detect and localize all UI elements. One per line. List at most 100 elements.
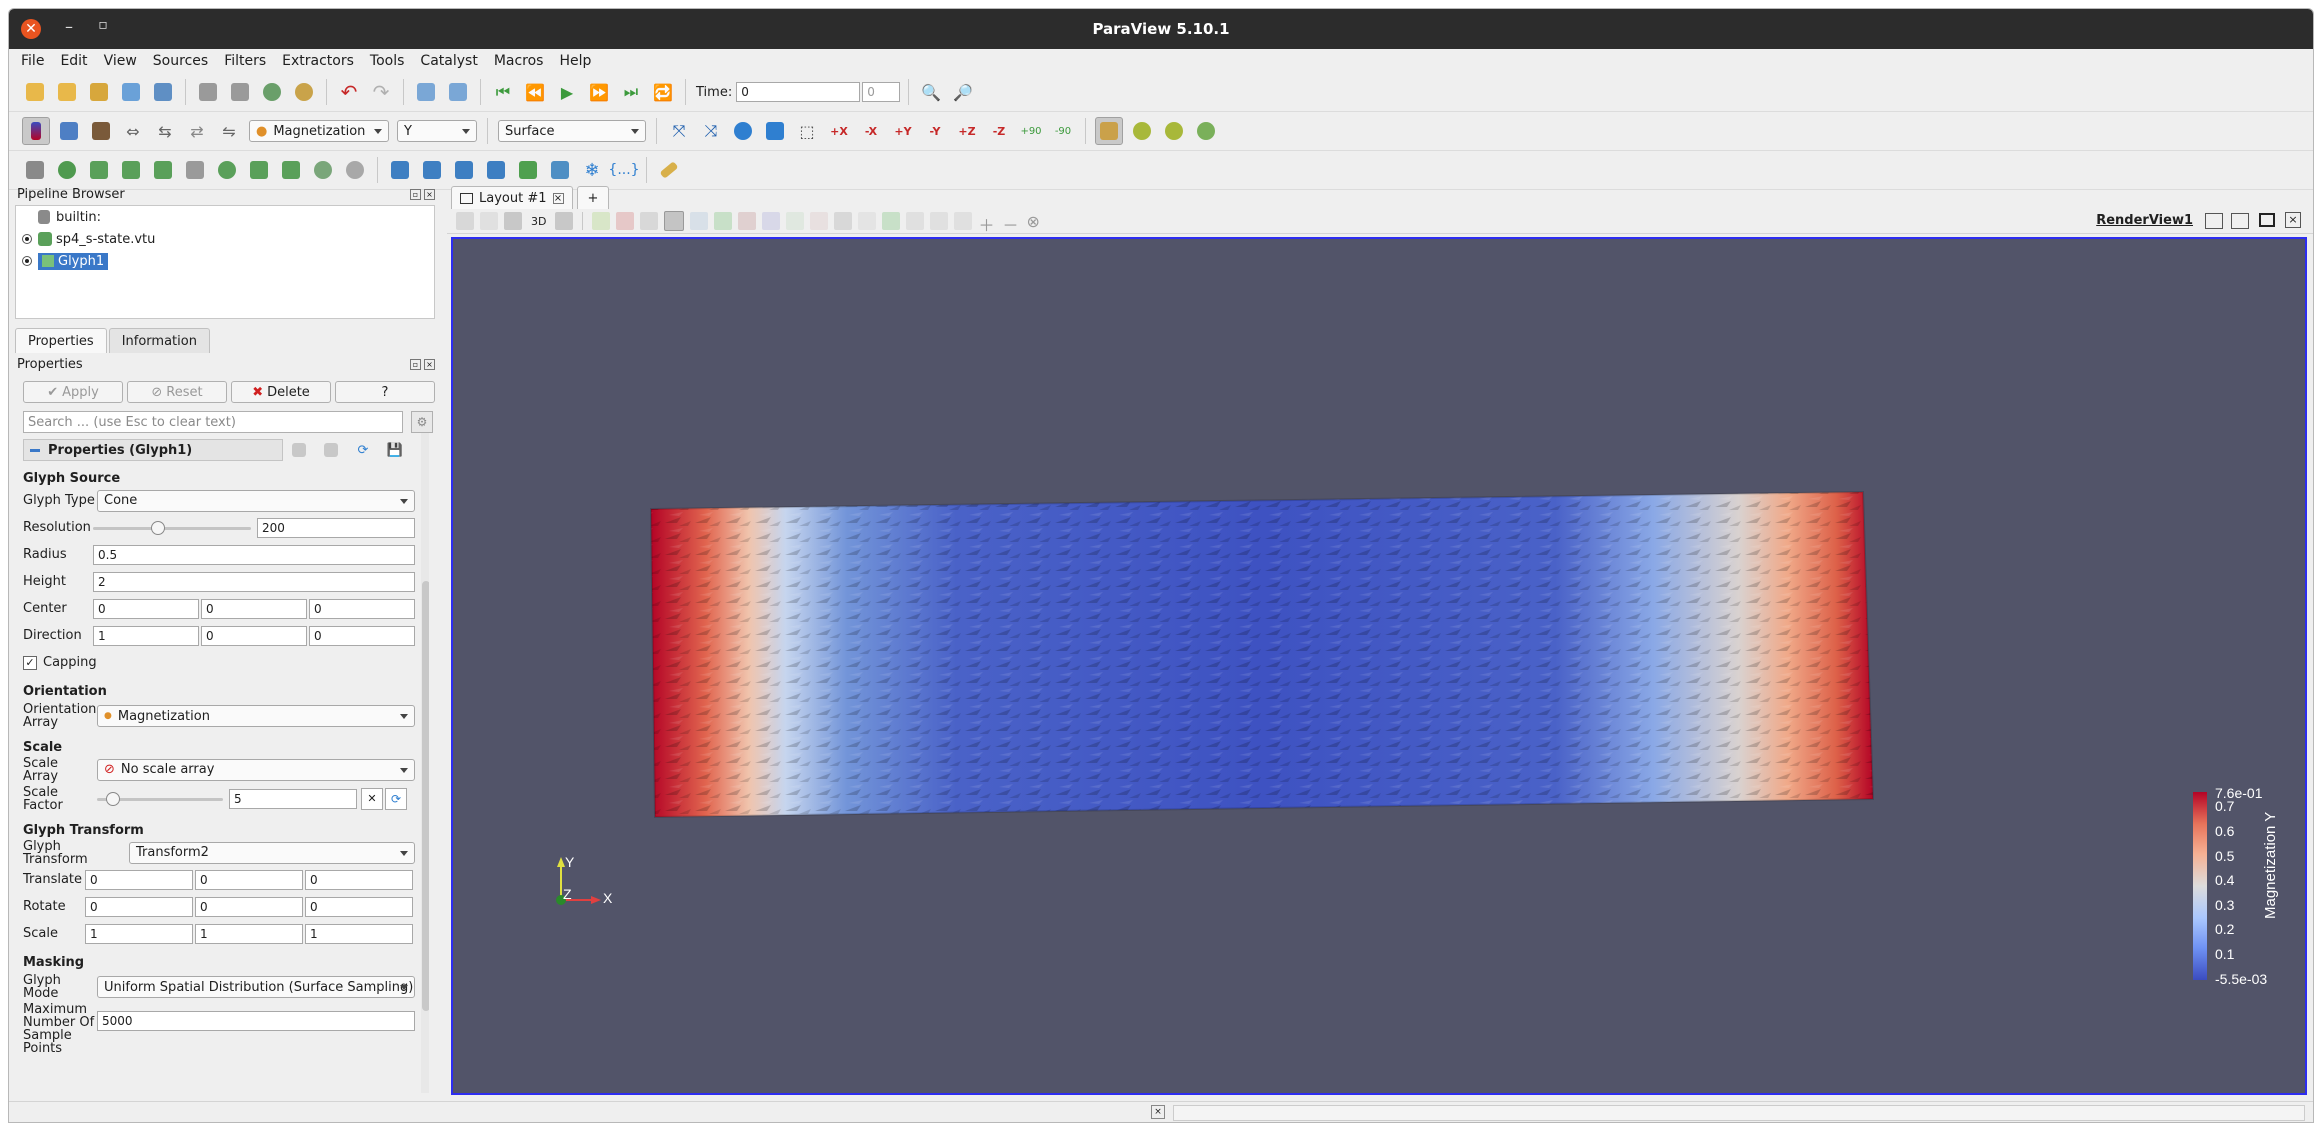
direction-z-input[interactable]: 0 (309, 625, 415, 646)
zoom-out-button[interactable]: － (1002, 212, 1020, 235)
menu-tools[interactable]: Tools (362, 53, 413, 69)
rotate-z-input[interactable]: 0 (305, 896, 413, 917)
select-blocks-button[interactable] (714, 212, 733, 230)
restore-defaults-button[interactable]: ⟳ (350, 437, 376, 463)
first-frame-button[interactable]: ⏮ (490, 79, 516, 105)
reset-button[interactable]: ⊘ Reset (127, 381, 227, 403)
view-minus-y-button[interactable]: -Y (922, 118, 948, 144)
recent-files-button[interactable] (54, 79, 80, 105)
last-frame-button[interactable]: ⏭ (618, 79, 644, 105)
toggle-color-legend-button[interactable] (22, 117, 50, 145)
glyph-filter-button[interactable] (214, 157, 240, 183)
redo-button[interactable]: ↷ (368, 79, 394, 105)
reset-range-button[interactable] (88, 118, 114, 144)
select-cells-button[interactable] (592, 212, 611, 230)
extract-level-button[interactable] (342, 157, 368, 183)
split-vertical-button[interactable] (2231, 213, 2249, 229)
temporal-button[interactable] (547, 157, 573, 183)
menu-help[interactable]: Help (551, 53, 599, 69)
glyph-type-select[interactable]: Cone (97, 489, 415, 512)
reset-rotation-button[interactable] (1193, 118, 1219, 144)
menu-view[interactable]: View (96, 53, 145, 69)
close-icon[interactable]: × (424, 189, 435, 200)
auto-apply-button[interactable] (259, 79, 285, 105)
clip-filter-button[interactable] (86, 157, 112, 183)
open-file-button[interactable] (22, 79, 48, 105)
scale-factor-slider[interactable] (97, 789, 223, 809)
rescale-visible-button[interactable]: ⇄ (184, 118, 210, 144)
mode-3d-button[interactable]: 3D (531, 215, 546, 228)
play-button[interactable]: ▶ (554, 79, 580, 105)
close-icon[interactable]: × (424, 359, 435, 370)
delete-button[interactable]: ✖ Delete (231, 381, 331, 403)
tab-properties[interactable]: Properties (15, 328, 107, 353)
translate-z-input[interactable]: 0 (305, 869, 413, 890)
close-tab-icon[interactable]: × (552, 192, 564, 204)
eye-icon[interactable] (22, 234, 32, 244)
time-step-spinbox[interactable]: 0 (862, 82, 901, 102)
max-points-input[interactable]: 5000 (97, 1011, 415, 1031)
height-input[interactable]: 2 (93, 571, 415, 592)
tab-information[interactable]: Information (108, 328, 210, 353)
zoom-data-button[interactable]: 🔎 (950, 79, 976, 105)
capping-checkbox[interactable]: ✓ (23, 655, 37, 670)
resolution-input[interactable]: 200 (257, 517, 415, 538)
scale-array-select[interactable]: ⊘ No scale array (97, 758, 415, 781)
save-state-button[interactable] (150, 79, 176, 105)
scale-x-input[interactable]: 1 (85, 923, 193, 944)
direction-y-input[interactable]: 0 (201, 625, 307, 646)
descriptive-stats-button[interactable] (483, 157, 509, 183)
view-minus-z-button[interactable]: -Z (986, 118, 1012, 144)
representation-select[interactable]: Surface (498, 120, 646, 142)
select-polygon-button[interactable] (690, 212, 709, 230)
reset-camera-closest-button[interactable]: ⤨ (698, 118, 724, 144)
edit-color-map-button[interactable] (56, 118, 82, 144)
pipeline-item-builtin[interactable]: builtin: (16, 206, 434, 228)
float-icon[interactable]: ▫ (410, 189, 421, 200)
zoom-closest-button[interactable] (762, 118, 788, 144)
radius-input[interactable]: 0.5 (93, 544, 415, 565)
contour-filter-button[interactable] (54, 157, 80, 183)
query-selection-button[interactable] (930, 212, 949, 230)
camera-redo-button[interactable] (445, 79, 471, 105)
rescale-custom-range-button[interactable]: ⇔ (120, 118, 146, 144)
undo-button[interactable]: ↶ (336, 79, 362, 105)
center-x-input[interactable]: 0 (93, 598, 199, 619)
color-legend[interactable]: 7.6e-01 -5.5e-03 0.7 0.6 0.5 0.4 0.3 0.2… (2193, 785, 2279, 987)
direction-x-input[interactable]: 1 (93, 625, 199, 646)
capture-screenshot-button[interactable] (504, 212, 522, 230)
view-plus-y-button[interactable]: +Y (890, 118, 916, 144)
threshold-filter-button[interactable] (150, 157, 176, 183)
render-view-name[interactable]: RenderView1 (2096, 213, 2193, 228)
slider-knob[interactable] (151, 520, 165, 535)
hover-cells-button[interactable] (762, 212, 781, 230)
save-defaults-button[interactable]: 💾 (382, 437, 408, 463)
render-canvas[interactable]: Y X Z 7.6e-01 -5.5e-03 0.7 0.6 0.5 0.4 0… (453, 239, 2305, 1093)
advanced-settings-button[interactable]: ⚙ (411, 411, 433, 433)
rotate-minus-90-button[interactable]: -90 (1050, 118, 1076, 144)
plot-selection-button[interactable] (419, 157, 445, 183)
split-horizontal-button[interactable] (2205, 213, 2223, 229)
translate-x-input[interactable]: 0 (85, 869, 193, 890)
menu-macros[interactable]: Macros (486, 53, 552, 69)
edit-button[interactable] (515, 157, 541, 183)
connect-button[interactable] (195, 79, 221, 105)
scale-factor-input[interactable]: 5 (229, 789, 357, 809)
group-datasets-button[interactable] (310, 157, 336, 183)
shrink-selection-button[interactable] (810, 212, 829, 230)
plot-over-line-button[interactable] (387, 157, 413, 183)
find-help-button[interactable] (954, 212, 973, 230)
clear-selection-button[interactable] (834, 212, 853, 230)
component-select[interactable]: Y (397, 120, 477, 142)
glyph-mode-select[interactable]: Uniform Spatial Distribution (Surface Sa… (97, 976, 415, 998)
calculator-filter-button[interactable] (22, 157, 48, 183)
menu-file[interactable]: File (13, 53, 52, 69)
rescale-temporal-button[interactable]: ⇆ (152, 118, 178, 144)
menu-extractors[interactable]: Extractors (274, 53, 362, 69)
camera-undo-button[interactable] (413, 79, 439, 105)
color-array-select[interactable]: ● Magnetization (249, 120, 389, 142)
pipeline-item-source[interactable]: sp4_s-state.vtu (16, 228, 434, 250)
resolution-slider[interactable] (93, 518, 251, 538)
ruler-button[interactable] (656, 157, 682, 183)
rotate-plus-90-button[interactable]: +90 (1018, 118, 1044, 144)
